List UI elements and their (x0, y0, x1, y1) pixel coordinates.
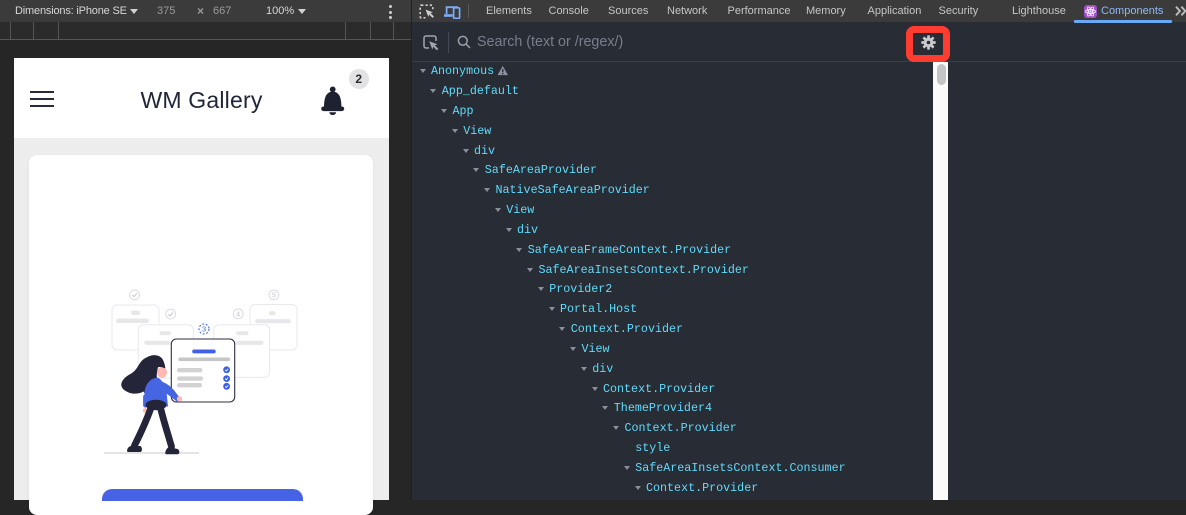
svg-text:4: 4 (236, 311, 240, 318)
svg-text:3: 3 (202, 325, 206, 334)
svg-text:5: 5 (272, 292, 276, 299)
